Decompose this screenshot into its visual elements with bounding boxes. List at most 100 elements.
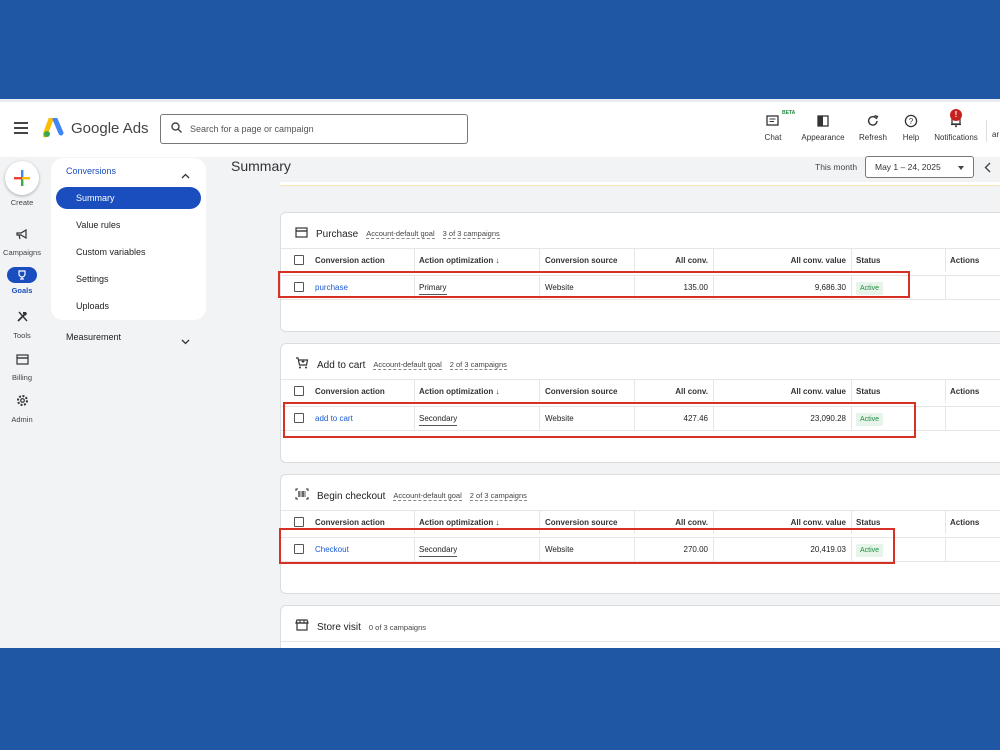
- credit-card-icon: [295, 225, 308, 243]
- help-button[interactable]: ? Help: [894, 112, 928, 146]
- goal-tag[interactable]: Account-default goal: [393, 491, 462, 501]
- select-all-checkbox[interactable]: [294, 517, 304, 527]
- col-conversion-action[interactable]: Conversion action: [315, 642, 385, 648]
- goal-tag[interactable]: Account-default goal: [373, 360, 442, 370]
- goal-tag[interactable]: Account-default goal: [366, 229, 435, 239]
- goal-title: Begin checkout: [317, 490, 386, 502]
- nav-campaigns[interactable]: Campaigns: [0, 227, 44, 257]
- subnav-item-custom-variables[interactable]: Custom variables: [56, 241, 201, 263]
- chevron-down-icon[interactable]: [181, 332, 190, 350]
- app-window: Google Ads BETA Chat Appearance: [0, 102, 1000, 648]
- menu-icon[interactable]: [14, 122, 28, 134]
- col-action-optimization[interactable]: Action optimization ↓: [419, 380, 499, 403]
- conversions-section-header[interactable]: Conversions: [66, 166, 116, 176]
- col-status[interactable]: Status: [856, 249, 880, 272]
- date-range-picker[interactable]: May 1 – 24, 2025: [865, 156, 974, 178]
- header-actions: BETA Chat Appearance Refresh ? Help ! No…: [752, 109, 984, 146]
- col-conversion-action[interactable]: Conversion action: [315, 249, 385, 272]
- column-divider: [945, 407, 946, 430]
- table-header-row: Conversion action Action optimization ↓ …: [281, 641, 1000, 648]
- shopping-cart-icon: [295, 356, 309, 374]
- col-action-optimization-label: Action optimization: [419, 518, 494, 527]
- goal-campaigns[interactable]: 2 of 3 campaigns: [449, 360, 507, 370]
- subnav-item-summary[interactable]: Summary: [56, 187, 201, 209]
- previous-goal-card-edge: [280, 182, 1000, 186]
- column-divider: [851, 380, 852, 403]
- refresh-button[interactable]: Refresh: [852, 112, 894, 146]
- col-conversion-source[interactable]: Conversion source: [545, 380, 617, 403]
- appearance-icon: [813, 112, 833, 130]
- account-label-truncated[interactable]: ar: [992, 130, 999, 139]
- col-actions: Actions: [950, 387, 980, 396]
- col-status[interactable]: Status: [856, 380, 880, 403]
- notifications-button[interactable]: ! Notifications: [928, 109, 984, 146]
- col-all-conv-value[interactable]: All conv. value: [713, 642, 846, 648]
- col-conversion-source[interactable]: Conversion source: [545, 642, 617, 648]
- chat-button[interactable]: BETA Chat: [752, 110, 796, 146]
- col-action-optimization[interactable]: Action optimization ↓: [419, 642, 499, 648]
- google-ads-logo[interactable]: Google Ads: [42, 116, 149, 138]
- goal-card-header: Purchase Account-default goal 3 of 3 cam…: [295, 225, 500, 243]
- col-action-optimization-label: Action optimization: [419, 256, 494, 265]
- help-label: Help: [902, 133, 920, 142]
- chevron-up-icon[interactable]: [181, 166, 190, 184]
- highlight-box: [278, 271, 910, 298]
- col-all-conv-value[interactable]: All conv. value: [713, 380, 846, 403]
- appearance-button[interactable]: Appearance: [794, 112, 852, 146]
- column-divider: [851, 249, 852, 272]
- col-action-optimization[interactable]: Action optimization ↓: [419, 249, 499, 272]
- highlight-box: [283, 402, 916, 438]
- chat-icon: [763, 112, 783, 130]
- sort-arrow-icon: ↓: [495, 256, 500, 265]
- col-all-conv[interactable]: All conv.: [634, 249, 708, 272]
- col-conversion-action[interactable]: Conversion action: [315, 380, 385, 403]
- gear-icon: [16, 394, 29, 411]
- svg-text:?: ?: [909, 117, 914, 126]
- col-conversion-source[interactable]: Conversion source: [545, 249, 617, 272]
- notification-badge: !: [950, 109, 962, 121]
- refresh-label: Refresh: [858, 133, 887, 142]
- column-divider: [945, 538, 946, 561]
- search-box[interactable]: [160, 114, 468, 144]
- measurement-section-header[interactable]: Measurement: [66, 332, 121, 342]
- table-header-row: Conversion action Action optimization ↓ …: [281, 248, 1000, 272]
- nav-tools[interactable]: Tools: [0, 310, 44, 340]
- credit-card-icon: [15, 352, 29, 369]
- chevron-left-icon[interactable]: [984, 160, 991, 178]
- col-all-conv[interactable]: All conv.: [634, 642, 708, 648]
- subnav-item-uploads[interactable]: Uploads: [56, 295, 201, 317]
- goal-card-header: Begin checkout Account-default goal 2 of…: [295, 487, 527, 505]
- nav-goals[interactable]: Goals: [0, 267, 44, 295]
- goal-campaigns[interactable]: 2 of 3 campaigns: [469, 491, 527, 501]
- select-all-checkbox[interactable]: [294, 255, 304, 265]
- date-range-value: May 1 – 24, 2025: [875, 162, 941, 172]
- col-actions: Actions: [950, 642, 979, 648]
- sort-arrow-icon: ↓: [495, 518, 500, 527]
- goal-title: Add to cart: [317, 359, 366, 371]
- barcode-scanner-icon: [295, 487, 309, 505]
- search-input[interactable]: [190, 124, 450, 134]
- col-all-conv[interactable]: All conv.: [634, 380, 708, 403]
- column-divider: [945, 276, 946, 299]
- notifications-label: Notifications: [934, 133, 978, 142]
- col-all-conv-value[interactable]: All conv. value: [713, 249, 846, 272]
- refresh-icon: [863, 112, 883, 130]
- highlight-box: [279, 528, 895, 564]
- goals-label: Goals: [11, 286, 33, 295]
- col-status[interactable]: Status: [856, 642, 880, 648]
- appearance-label: Appearance: [801, 133, 845, 142]
- plus-icon: [5, 161, 39, 195]
- goal-card-header: Store visit 0 of 3 campaigns: [295, 618, 426, 636]
- column-divider: [945, 511, 946, 534]
- subnav-item-settings[interactable]: Settings: [56, 268, 201, 290]
- goal-campaigns[interactable]: 3 of 3 campaigns: [442, 229, 500, 239]
- select-all-checkbox[interactable]: [294, 386, 304, 396]
- date-range-label: This month: [815, 162, 858, 172]
- nav-billing[interactable]: Billing: [0, 352, 44, 382]
- store-icon: [295, 618, 309, 636]
- subnav-item-value-rules[interactable]: Value rules: [56, 214, 201, 236]
- column-divider: [539, 249, 540, 272]
- create-button[interactable]: Create: [0, 161, 44, 207]
- column-divider: [539, 380, 540, 403]
- nav-admin[interactable]: Admin: [0, 394, 44, 424]
